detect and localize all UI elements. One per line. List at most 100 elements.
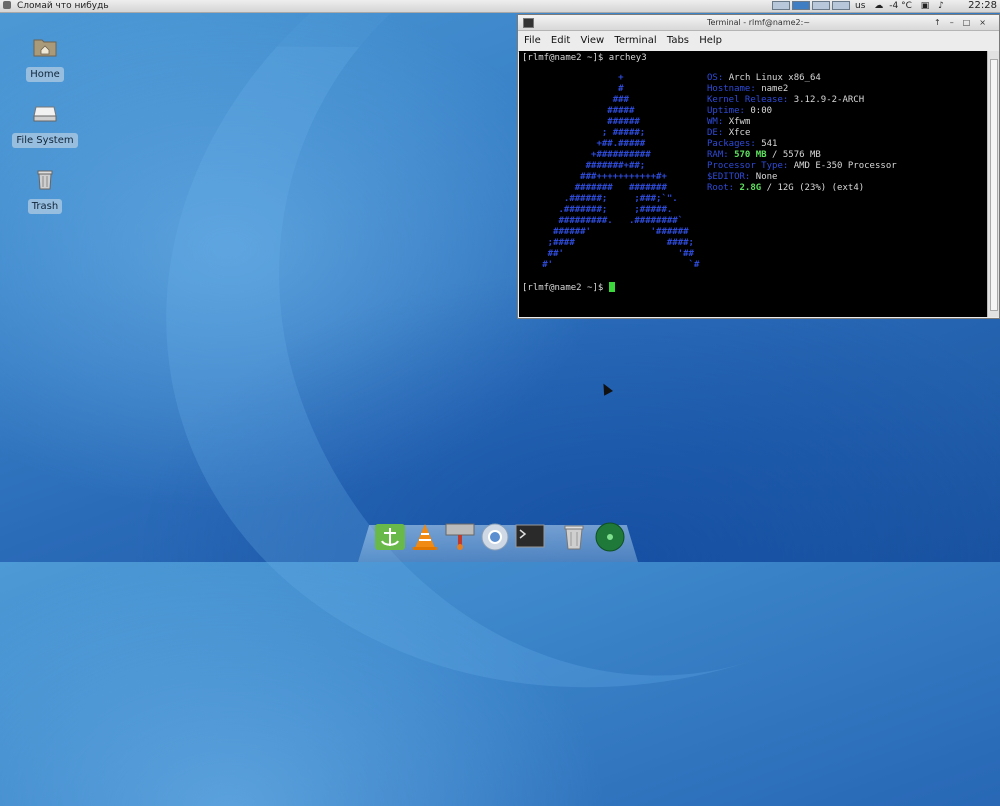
desktop-icon-label: Home bbox=[26, 67, 64, 82]
system-info-line: Packages: 541 bbox=[707, 139, 897, 150]
close-button[interactable]: × bbox=[979, 18, 995, 27]
info-highlight-value: 2.8G bbox=[739, 183, 762, 193]
info-key: Hostname: bbox=[707, 84, 762, 94]
info-key: RAM: bbox=[707, 150, 735, 160]
minimize-button[interactable]: – bbox=[950, 18, 963, 27]
anchor-icon[interactable] bbox=[374, 521, 406, 553]
ascii-art-line: #########. .########` bbox=[526, 216, 684, 226]
workspace-switcher[interactable] bbox=[772, 1, 852, 11]
vlc-cone-icon[interactable] bbox=[409, 521, 441, 553]
workspace-3[interactable] bbox=[812, 1, 830, 10]
window-title: Terminal - rlmf@name2:~ bbox=[706, 18, 811, 27]
ascii-art-line: + bbox=[526, 73, 624, 83]
ascii-art-line: ;#### ####; bbox=[526, 238, 694, 248]
maximize-button[interactable]: □ bbox=[963, 18, 980, 27]
ascii-art-line: ### bbox=[526, 95, 629, 105]
arch-logo-ascii: + # ### ##### ###### ; #####; +##.##### … bbox=[526, 73, 699, 271]
globe-icon[interactable] bbox=[594, 521, 626, 553]
ascii-art-line: ##### bbox=[526, 106, 635, 116]
ascii-art-line: ###+++++++++++#+ bbox=[526, 172, 667, 182]
drive-icon bbox=[33, 106, 57, 122]
shade-button[interactable]: ↑ bbox=[934, 18, 950, 27]
menu-terminal[interactable]: Terminal bbox=[614, 35, 656, 46]
ascii-art-line: .#######; ;#####. bbox=[526, 205, 673, 215]
clock[interactable]: 22:28 bbox=[968, 0, 997, 12]
prompt: [rlmf@name2 ~]$ bbox=[522, 283, 609, 293]
system-tray: us ☁ -4 °C ▣ ♪ bbox=[855, 0, 950, 12]
info-key: Root: bbox=[707, 183, 740, 193]
info-value: 3.12.9-2-ARCH bbox=[793, 95, 865, 105]
system-info-line: RAM: 570 MB / 5576 MB bbox=[707, 150, 897, 161]
info-key: Kernel Release: bbox=[707, 95, 794, 105]
weather-icon[interactable]: ☁ bbox=[874, 1, 883, 11]
info-value: name2 bbox=[761, 84, 789, 94]
desktop-icon-label: File System bbox=[12, 133, 78, 148]
system-info-line: DE: Xfce bbox=[707, 128, 897, 139]
ascii-art-line: ; #####; bbox=[526, 128, 646, 138]
ascii-art-line: #######+##; bbox=[526, 161, 646, 171]
terminal-icon[interactable] bbox=[514, 521, 546, 553]
ascii-art-line: +##.##### bbox=[526, 139, 646, 149]
info-value: / 5576 MB bbox=[766, 150, 821, 160]
info-value: Arch Linux x86_64 bbox=[728, 73, 821, 83]
system-info-line: Kernel Release: 3.12.9-2-ARCH bbox=[707, 95, 897, 106]
keyboard-layout[interactable]: us bbox=[855, 1, 865, 11]
ascii-art-line: +########## bbox=[526, 150, 651, 160]
menu-view[interactable]: View bbox=[580, 35, 604, 46]
trash-icon[interactable] bbox=[558, 521, 590, 553]
terminal-screen[interactable]: [rlmf@name2 ~]$ archey3 + # ### ##### ##… bbox=[519, 51, 987, 317]
menu-tabs[interactable]: Tabs bbox=[667, 35, 689, 46]
info-value: / 12G (23%) (ext4) bbox=[761, 183, 865, 193]
desktop-icon-home[interactable]: Home bbox=[5, 36, 85, 82]
window-titlebar[interactable]: Terminal - rlmf@name2:~ ↑–□× bbox=[518, 15, 999, 31]
info-value: 541 bbox=[761, 139, 778, 149]
workspace-2[interactable] bbox=[792, 1, 810, 10]
trash-icon bbox=[37, 170, 53, 190]
home-folder-icon bbox=[33, 39, 57, 57]
info-highlight-value: 570 MB bbox=[734, 150, 767, 160]
command-line: [rlmf@name2 ~]$ archey3 bbox=[522, 53, 647, 63]
info-value: Xfce bbox=[728, 128, 751, 138]
system-info-line: WM: Xfwm bbox=[707, 117, 897, 128]
system-info-line: $EDITOR: None bbox=[707, 172, 897, 183]
info-value: Xfwm bbox=[728, 117, 751, 127]
system-info-line: Processor Type: AMD E-350 Processor bbox=[707, 161, 897, 172]
info-value: None bbox=[755, 172, 778, 182]
terminal-menubar: File Edit View Terminal Tabs Help bbox=[518, 31, 999, 52]
scrollbar[interactable] bbox=[987, 51, 999, 317]
applications-menu-icon bbox=[3, 1, 11, 9]
volume-icon[interactable]: ♪ bbox=[938, 1, 944, 11]
workspace-1[interactable] bbox=[772, 1, 790, 10]
info-key: $EDITOR: bbox=[707, 172, 756, 182]
workspace-4[interactable] bbox=[832, 1, 850, 10]
scrollbar-thumb[interactable] bbox=[990, 59, 998, 311]
desktop-icon-trash[interactable]: Trash bbox=[5, 168, 85, 214]
ascii-art-line: ###### bbox=[526, 117, 640, 127]
terminal-window[interactable]: Terminal - rlmf@name2:~ ↑–□× File Edit V… bbox=[517, 14, 1000, 319]
system-info-line: Hostname: name2 bbox=[707, 84, 897, 95]
settings-tool-icon[interactable] bbox=[444, 521, 476, 553]
prompt-line: [rlmf@name2 ~]$ bbox=[522, 282, 615, 294]
mouse-pointer-icon bbox=[599, 381, 613, 396]
system-info-line: Root: 2.8G / 12G (23%) (ext4) bbox=[707, 183, 897, 194]
ascii-art-line: ####### ####### bbox=[526, 183, 667, 193]
info-key: Processor Type: bbox=[707, 161, 794, 171]
browser-icon[interactable] bbox=[479, 521, 511, 553]
info-value: AMD E-350 Processor bbox=[793, 161, 897, 171]
info-value: 0:00 bbox=[750, 106, 773, 116]
network-icon[interactable]: ▣ bbox=[921, 1, 930, 11]
menu-file[interactable]: File bbox=[524, 35, 541, 46]
menu-help[interactable]: Help bbox=[699, 35, 722, 46]
applications-menu[interactable]: Сломай что нибудь bbox=[3, 0, 109, 12]
text-cursor bbox=[608, 282, 615, 292]
system-info-line: Uptime: 0:00 bbox=[707, 106, 897, 117]
info-key: OS: bbox=[707, 73, 729, 83]
ascii-art-line: #' `# bbox=[526, 260, 700, 270]
ascii-art-line: ##' '## bbox=[526, 249, 694, 259]
temperature: -4 °C bbox=[889, 1, 912, 11]
menu-edit[interactable]: Edit bbox=[551, 35, 570, 46]
ascii-art-line: ######' '###### bbox=[526, 227, 689, 237]
desktop-icon-label: Trash bbox=[27, 199, 63, 214]
system-info-line: OS: Arch Linux x86_64 bbox=[707, 73, 897, 84]
desktop-icon-filesystem[interactable]: File System bbox=[5, 102, 85, 148]
